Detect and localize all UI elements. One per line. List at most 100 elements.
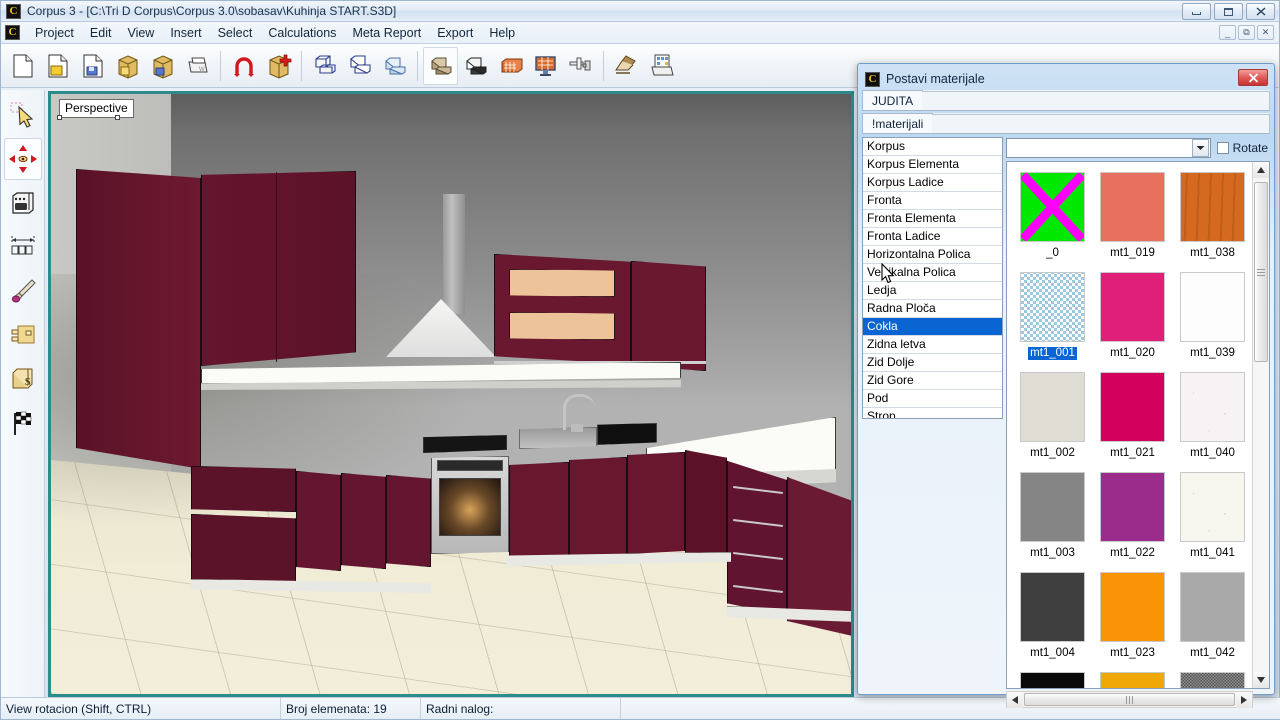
hardware-tool-icon[interactable] <box>4 314 42 356</box>
category-item[interactable]: Korpus Ladice <box>863 174 1002 192</box>
category-item[interactable]: Korpus Elementa <box>863 156 1002 174</box>
solid-view-icon[interactable] <box>423 46 458 85</box>
material-swatch-thumbnail[interactable] <box>1020 672 1085 688</box>
select-tool-icon[interactable] <box>4 94 42 136</box>
material-swatch[interactable] <box>1173 668 1252 688</box>
material-swatch[interactable]: mt1_004 <box>1013 568 1092 668</box>
menu-insert[interactable]: Insert <box>162 24 209 42</box>
material-swatch[interactable]: mt1_021 <box>1093 368 1172 468</box>
wall-cabinet-right-solid[interactable] <box>631 261 706 371</box>
move-rotate-tool-icon[interactable] <box>3 138 42 180</box>
category-item[interactable]: Zid Gore <box>863 372 1002 390</box>
scroll-left-arrow-icon[interactable] <box>1007 692 1023 708</box>
mdi-minimize-button[interactable]: _ <box>1219 25 1236 40</box>
material-swatch-thumbnail[interactable] <box>1180 472 1245 542</box>
category-item[interactable]: Fronta <box>863 192 1002 210</box>
material-swatch-thumbnail[interactable] <box>1100 572 1165 642</box>
rotate-checkbox-wrap[interactable]: Rotate <box>1216 141 1270 155</box>
material-swatch-thumbnail[interactable] <box>1100 372 1165 442</box>
scroll-down-arrow-icon[interactable] <box>1253 672 1269 688</box>
material-swatch-thumbnail[interactable] <box>1020 572 1085 642</box>
tab-materijali[interactable]: !materijali <box>862 113 934 133</box>
open-document-icon[interactable] <box>40 47 75 85</box>
view-label-handle-left[interactable] <box>57 115 62 120</box>
base-door-left-2[interactable] <box>341 473 386 569</box>
assembly-tool-icon[interactable] <box>563 47 598 85</box>
dimension-tool-icon[interactable] <box>4 226 42 268</box>
hidden-line-view-icon[interactable] <box>342 47 377 85</box>
category-item[interactable]: Zidna letva <box>863 336 1002 354</box>
price-box-tool-icon[interactable]: $ <box>4 358 42 400</box>
menu-calculations[interactable]: Calculations <box>260 24 344 42</box>
save-document-icon[interactable] <box>75 47 110 85</box>
material-swatch[interactable]: mt1_038 <box>1173 168 1252 268</box>
menu-project[interactable]: Project <box>27 24 82 42</box>
material-swatch-thumbnail[interactable] <box>1180 672 1245 688</box>
mdi-close-button[interactable]: ✕ <box>1257 25 1274 40</box>
material-combo[interactable] <box>1006 137 1211 158</box>
material-swatch[interactable]: mt1_020 <box>1093 268 1172 368</box>
material-swatch[interactable]: mt1_003 <box>1013 468 1092 568</box>
material-swatch-area[interactable]: _0 mt1_019 mt1_038 mt1_001 mt1_020 mt1_039 mt1… <box>1006 161 1270 689</box>
swatch-vertical-scrollbar[interactable] <box>1252 162 1269 688</box>
swatch-horizontal-scrollbar[interactable] <box>1006 691 1270 708</box>
material-swatch[interactable]: mt1_039 <box>1173 268 1252 368</box>
material-swatch-thumbnail[interactable] <box>1100 672 1165 688</box>
rotate-checkbox[interactable] <box>1216 141 1229 154</box>
material-swatch[interactable]: mt1_041 <box>1173 468 1252 568</box>
menu-help[interactable]: Help <box>481 24 523 42</box>
sink-basin[interactable] <box>519 427 597 449</box>
menu-select[interactable]: Select <box>210 24 261 42</box>
material-swatch[interactable]: mt1_022 <box>1093 468 1172 568</box>
tab-judita[interactable]: JUDITA <box>862 90 924 110</box>
menu-export[interactable]: Export <box>429 24 481 42</box>
appliance-tool-icon[interactable] <box>4 182 42 224</box>
material-swatch-thumbnail[interactable] <box>1020 272 1085 342</box>
category-item[interactable]: Korpus <box>863 138 1002 156</box>
base-door-right-1[interactable] <box>509 462 569 560</box>
print-preview-icon[interactable]: W <box>180 47 215 85</box>
material-swatch-thumbnail[interactable] <box>1180 572 1245 642</box>
material-swatch[interactable]: _0 <box>1013 168 1092 268</box>
dialog-close-button[interactable] <box>1238 69 1268 86</box>
material-swatch[interactable] <box>1013 668 1092 688</box>
category-item[interactable]: Ledja <box>863 282 1002 300</box>
material-swatch[interactable]: mt1_002 <box>1013 368 1092 468</box>
material-swatch-thumbnail[interactable] <box>1100 472 1165 542</box>
material-view-icon[interactable] <box>493 47 528 85</box>
set-materials-dialog[interactable]: C Postavi materijale JUDITA !materijali … <box>857 63 1275 708</box>
save-project-icon[interactable] <box>145 47 180 85</box>
scroll-right-arrow-icon[interactable] <box>1236 692 1252 708</box>
category-item[interactable]: Strop <box>863 408 1002 418</box>
category-item[interactable]: Fronta Elementa <box>863 210 1002 228</box>
report-print-icon[interactable] <box>644 47 679 85</box>
wall-cabinet-left[interactable] <box>201 171 356 366</box>
vscroll-track[interactable] <box>1253 178 1269 672</box>
base-drawer-left-1[interactable] <box>191 466 296 512</box>
material-swatch-thumbnail[interactable] <box>1180 272 1245 342</box>
base-door-left-1[interactable] <box>296 471 341 571</box>
new-document-icon[interactable] <box>5 47 40 85</box>
material-swatch-thumbnail[interactable] <box>1180 372 1245 442</box>
material-swatch[interactable] <box>1093 668 1172 688</box>
category-item[interactable]: Zid Dolje <box>863 354 1002 372</box>
maximize-button[interactable] <box>1214 3 1243 20</box>
scroll-up-arrow-icon[interactable] <box>1253 162 1269 178</box>
category-item[interactable]: Cokla <box>863 318 1002 336</box>
monitor-render-icon[interactable] <box>528 47 563 85</box>
hscroll-body[interactable] <box>1006 691 1253 708</box>
base-corner-cabinet[interactable] <box>685 450 727 560</box>
material-swatch[interactable]: mt1_023 <box>1093 568 1172 668</box>
close-button[interactable] <box>1246 3 1275 20</box>
category-list[interactable]: Korpus Korpus Elementa Korpus Ladice Fronta… <box>862 137 1003 419</box>
category-item[interactable]: Fronta Ladice <box>863 228 1002 246</box>
wireframe-view-icon[interactable] <box>307 47 342 85</box>
edge-banding-icon[interactable] <box>609 47 644 85</box>
material-swatch[interactable]: mt1_040 <box>1173 368 1252 468</box>
material-swatch-thumbnail[interactable] <box>1100 172 1165 242</box>
view-label-handle-right[interactable] <box>115 115 120 120</box>
base-door-left-3[interactable] <box>386 475 431 567</box>
material-swatch-thumbnail[interactable] <box>1100 272 1165 342</box>
chevron-down-icon[interactable] <box>1191 138 1209 157</box>
hscroll-thumb[interactable] <box>1024 693 1235 706</box>
